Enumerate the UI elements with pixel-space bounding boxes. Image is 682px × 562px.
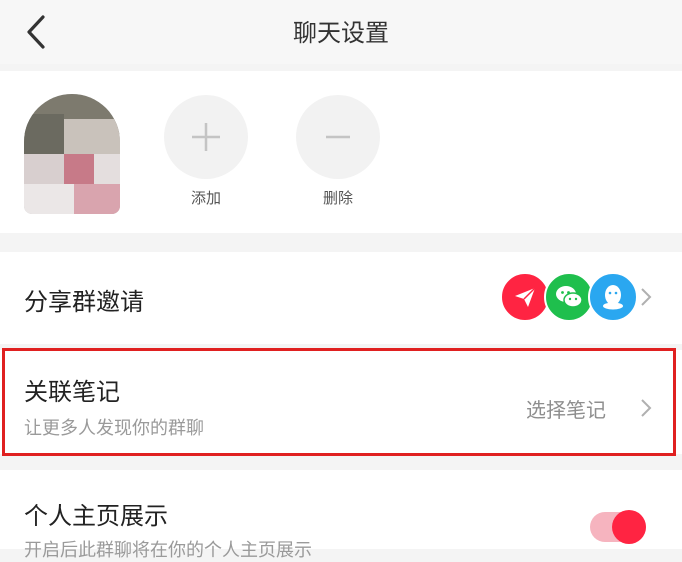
- group-members-section: 添加 删除: [0, 71, 682, 233]
- chevron-right-icon: [641, 288, 652, 306]
- send-icon[interactable]: [500, 272, 550, 322]
- linked-note-row[interactable]: 关联笔记 让更多人发现你的群聊 选择笔记: [0, 350, 682, 454]
- chevron-right-icon: [641, 399, 652, 417]
- select-note-link[interactable]: 选择笔记: [526, 394, 606, 423]
- profile-display-row: 个人主页展示 开启后此群聊将在你的个人主页展示: [0, 470, 682, 561]
- remove-member-button[interactable]: [296, 95, 380, 179]
- remove-member-label: 删除: [322, 189, 353, 207]
- share-invite-label: 分享群邀请: [24, 288, 144, 316]
- toggle-knob: [612, 510, 646, 544]
- linked-note-subtitle: 让更多人发现你的群聊: [24, 418, 204, 439]
- qq-icon[interactable]: [588, 272, 638, 322]
- wechat-icon[interactable]: [544, 272, 594, 322]
- profile-display-toggle[interactable]: [590, 510, 646, 544]
- profile-display-subtitle: 开启后此群聊将在你的个人主页展示: [24, 540, 312, 561]
- share-channels: [500, 272, 646, 322]
- nav-bar: 聊天设置: [0, 0, 682, 64]
- add-member-label: 添加: [190, 189, 221, 207]
- profile-display-title: 个人主页展示: [24, 502, 168, 530]
- add-member-button[interactable]: [164, 95, 248, 179]
- member-avatar[interactable]: [24, 94, 120, 214]
- plus-icon: [192, 123, 220, 151]
- page-title: 聊天设置: [293, 19, 389, 47]
- linked-note-title: 关联笔记: [24, 378, 120, 406]
- minus-icon: [326, 135, 350, 139]
